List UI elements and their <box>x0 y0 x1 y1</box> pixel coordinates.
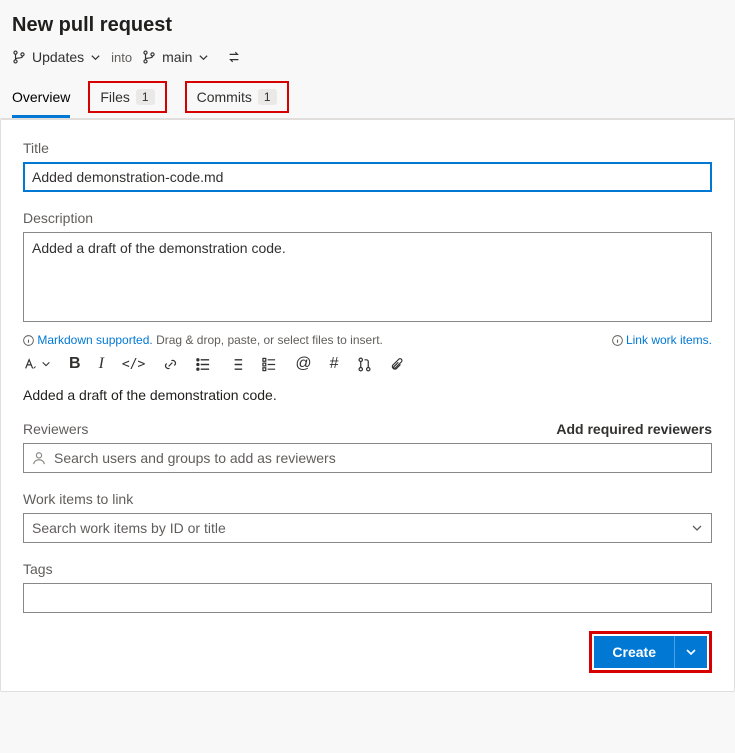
into-label: into <box>111 50 132 65</box>
create-button-highlight: Create <box>589 631 712 673</box>
description-textarea[interactable] <box>23 232 712 322</box>
swap-icon <box>227 50 241 64</box>
pr-link-button[interactable] <box>357 357 372 372</box>
create-button[interactable]: Create <box>594 636 674 668</box>
drag-drop-hint: Drag & drop, paste, or select files to i… <box>156 333 383 347</box>
source-branch-selector[interactable]: Updates <box>12 49 101 65</box>
heading-dropdown[interactable] <box>23 357 51 371</box>
branch-icon <box>142 50 156 64</box>
target-branch-label: main <box>162 49 192 65</box>
person-icon <box>32 451 46 465</box>
form-panel: Title Description Markdown supported. Dr… <box>0 119 735 692</box>
link-icon <box>163 357 178 372</box>
description-preview: Added a draft of the demonstration code. <box>23 387 712 403</box>
chevron-down-icon <box>685 646 697 658</box>
page-title: New pull request <box>12 14 723 37</box>
checklist-button[interactable] <box>262 357 277 372</box>
pull-request-icon <box>357 357 372 372</box>
markdown-hint: Markdown supported. Drag & drop, paste, … <box>23 333 383 347</box>
attach-button[interactable] <box>390 357 404 372</box>
title-input[interactable] <box>23 162 712 192</box>
swap-branches-button[interactable] <box>227 50 241 64</box>
work-items-label: Work items to link <box>23 491 712 507</box>
branch-selector-row: Updates into main <box>12 49 723 65</box>
hash-button[interactable]: # <box>330 355 339 373</box>
info-icon <box>612 335 623 346</box>
link-button[interactable] <box>163 357 178 372</box>
chevron-down-icon <box>691 522 703 534</box>
description-label: Description <box>23 210 712 226</box>
tabs: Overview Files 1 Commits 1 <box>0 79 735 119</box>
tags-label: Tags <box>23 561 712 577</box>
work-items-placeholder: Search work items by ID or title <box>32 520 226 536</box>
checklist-icon <box>262 357 277 372</box>
info-icon <box>23 335 34 346</box>
text-style-icon <box>23 357 37 371</box>
italic-button[interactable]: I <box>99 355 104 373</box>
chevron-down-icon <box>90 52 101 63</box>
branch-icon <box>12 50 26 64</box>
add-required-reviewers-link[interactable]: Add required reviewers <box>556 421 712 437</box>
code-button[interactable]: </> <box>122 357 145 372</box>
reviewers-search-input[interactable]: Search users and groups to add as review… <box>23 443 712 473</box>
files-count-badge: 1 <box>136 89 155 105</box>
source-branch-label: Updates <box>32 49 84 65</box>
tags-input[interactable] <box>23 583 712 613</box>
paperclip-icon <box>390 357 404 372</box>
tab-commits[interactable]: Commits 1 <box>185 81 289 113</box>
markdown-supported-link[interactable]: Markdown supported. <box>37 333 152 347</box>
numbered-list-icon <box>229 357 244 372</box>
commits-count-badge: 1 <box>258 89 277 105</box>
chevron-down-icon <box>41 359 51 369</box>
tab-commits-label: Commits <box>197 89 252 105</box>
mention-button[interactable]: @ <box>295 355 311 373</box>
tab-overview[interactable]: Overview <box>12 79 70 118</box>
reviewers-label: Reviewers <box>23 421 88 437</box>
bullet-list-button[interactable] <box>196 357 211 372</box>
numbered-list-button[interactable] <box>229 357 244 372</box>
tab-files[interactable]: Files 1 <box>88 81 166 113</box>
editor-toolbar: B I </> @ # <box>23 355 712 373</box>
link-work-items-link[interactable]: Link work items. <box>626 333 712 347</box>
title-label: Title <box>23 140 712 156</box>
tab-files-label: Files <box>100 89 130 105</box>
reviewers-placeholder: Search users and groups to add as review… <box>54 450 336 466</box>
create-dropdown-button[interactable] <box>674 636 707 668</box>
work-items-select[interactable]: Search work items by ID or title <box>23 513 712 543</box>
target-branch-selector[interactable]: main <box>142 49 209 65</box>
bold-button[interactable]: B <box>69 355 81 373</box>
chevron-down-icon <box>198 52 209 63</box>
bullet-list-icon <box>196 357 211 372</box>
